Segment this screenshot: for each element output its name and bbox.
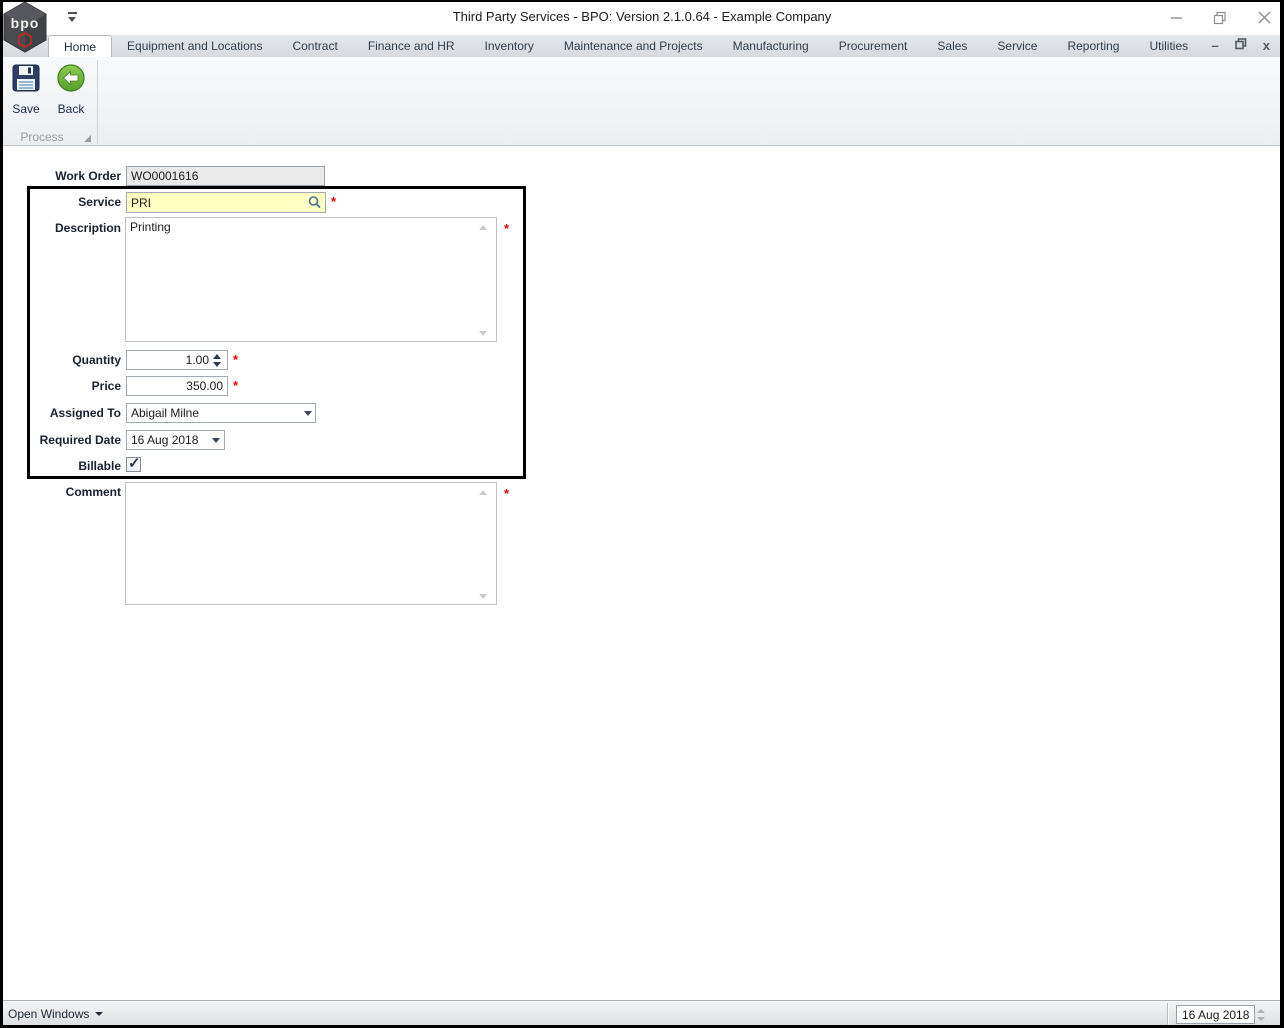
assigned-to-dropdown[interactable]: Abigail Milne [126, 403, 316, 423]
tab-home[interactable]: Home [48, 35, 113, 57]
group-label: Process [20, 130, 64, 144]
chevron-down-icon [95, 1012, 104, 1016]
comment-required-marker: * [504, 486, 510, 501]
back-arrow-icon [56, 63, 86, 98]
quantity-required-marker: * [233, 352, 239, 367]
save-floppy-icon [11, 63, 41, 98]
tab-sales[interactable]: Sales [922, 35, 982, 57]
tab-contract[interactable]: Contract [277, 35, 352, 57]
status-bar: Open Windows [0, 1000, 1284, 1028]
dialog-launcher-icon[interactable] [84, 135, 91, 142]
required-date-value: 16 Aug 2018 [131, 433, 199, 447]
comment-label: Comment [65, 485, 121, 499]
status-separator [1167, 1003, 1168, 1025]
quantity-spinner[interactable] [213, 351, 221, 369]
save-button-label: Save [12, 102, 40, 116]
form-area: Work Order Service * Description Printin… [0, 147, 1284, 1000]
work-order-label: Work Order [55, 169, 121, 183]
chevron-down-icon[interactable] [304, 411, 312, 416]
description-label: Description [54, 221, 121, 235]
back-button[interactable]: Back [50, 63, 92, 119]
description-field[interactable]: Printing [125, 217, 497, 342]
description-scroll-down-icon[interactable] [479, 331, 487, 336]
tab-finance-and-hr[interactable]: Finance and HR [353, 35, 470, 57]
title-bar: Third Party Services - BPO: Version 2.1.… [0, 0, 1284, 35]
save-button[interactable]: Save [5, 63, 47, 119]
tab-manufacturing[interactable]: Manufacturing [718, 35, 824, 57]
document-minimize-icon[interactable]: – [1212, 38, 1219, 54]
price-required-marker: * [233, 378, 239, 393]
document-restore-icon[interactable] [1234, 38, 1247, 54]
tab-inventory[interactable]: Inventory [470, 35, 549, 57]
required-date-dropdown[interactable]: 16 Aug 2018 [126, 430, 225, 450]
app-window: Third Party Services - BPO: Version 2.1.… [0, 0, 1284, 1028]
tab-service[interactable]: Service [982, 35, 1052, 57]
spinner-up-icon[interactable] [213, 353, 221, 359]
spinner-up-icon[interactable] [1257, 1008, 1265, 1013]
description-scroll-up-icon[interactable] [479, 225, 487, 230]
restore-icon[interactable] [1212, 10, 1228, 26]
service-field[interactable] [126, 192, 326, 213]
tab-procurement[interactable]: Procurement [824, 35, 923, 57]
ribbon: Save Back Process [0, 57, 1284, 146]
price-field[interactable] [126, 376, 228, 396]
service-label: Service [78, 195, 121, 209]
spinner-down-icon[interactable] [1257, 1016, 1265, 1021]
ribbon-group-process: Process [0, 130, 97, 146]
quantity-label: Quantity [72, 353, 121, 367]
document-close-icon[interactable]: x [1263, 38, 1270, 54]
open-windows-menu[interactable]: Open Windows [8, 1007, 104, 1021]
required-date-label: Required Date [39, 433, 121, 447]
assigned-to-value: Abigail Milne [131, 406, 200, 420]
checkmark-icon: ✓ [128, 455, 141, 472]
back-button-label: Back [57, 102, 85, 116]
chevron-down-icon[interactable] [212, 438, 220, 443]
tab-equipment-and-locations[interactable]: Equipment and Locations [112, 35, 277, 57]
minimize-icon[interactable] [1168, 10, 1184, 26]
ribbon-tab-bar: Home Equipment and Locations Contract Fi… [0, 35, 1284, 57]
comment-scroll-down-icon[interactable] [479, 594, 487, 599]
service-required-marker: * [331, 194, 337, 209]
price-label: Price [91, 379, 121, 393]
tab-utilities[interactable]: Utilities [1134, 35, 1203, 57]
status-date-field[interactable] [1176, 1005, 1255, 1024]
billable-label: Billable [78, 459, 121, 473]
billable-checkbox[interactable]: ✓ [126, 455, 141, 472]
tab-maintenance-and-projects[interactable]: Maintenance and Projects [549, 35, 718, 57]
status-date-spinner[interactable] [1257, 1005, 1265, 1024]
group-separator [97, 60, 98, 144]
open-windows-label: Open Windows [8, 1007, 90, 1021]
tab-reporting[interactable]: Reporting [1052, 35, 1134, 57]
comment-field[interactable] [125, 482, 497, 605]
svg-text:bpo: bpo [11, 15, 40, 31]
description-required-marker: * [504, 221, 510, 236]
work-order-field[interactable] [126, 166, 325, 186]
assigned-to-label: Assigned To [49, 406, 121, 420]
bpo-logo: bpo [2, 1, 48, 58]
close-icon[interactable] [1256, 10, 1272, 26]
spinner-down-icon[interactable] [213, 361, 221, 367]
window-title: Third Party Services - BPO: Version 2.1.… [452, 9, 832, 24]
comment-scroll-up-icon[interactable] [479, 490, 487, 495]
